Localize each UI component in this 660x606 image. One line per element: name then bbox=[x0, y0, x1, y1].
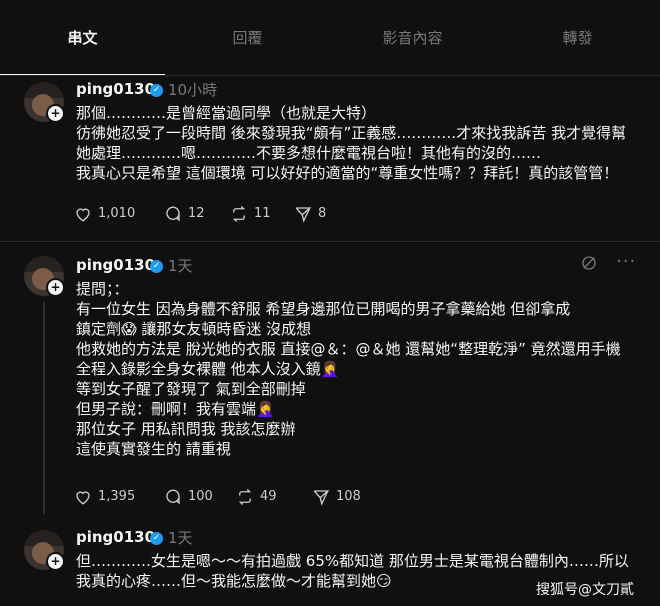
post-time: 10小時 bbox=[168, 81, 218, 99]
post-line: 他救她的方法是 脫光她的衣服 直接@＆：@＆她 還幫她“整理乾淨” 竟然還用手機 bbox=[76, 340, 621, 358]
post-line: 那位女子 用私訊問我 我該怎麼辦 bbox=[76, 420, 296, 438]
send-icon bbox=[313, 490, 330, 506]
repost-count: 11 bbox=[254, 206, 271, 221]
comment-count: 12 bbox=[188, 206, 205, 221]
verified-badge-icon: ✓ bbox=[150, 260, 163, 273]
username[interactable]: ping0130 bbox=[76, 528, 155, 546]
post-line: 這使真實發生的 請重視 bbox=[76, 440, 231, 458]
post-line: 提問；： bbox=[76, 280, 129, 298]
tab-replies[interactable]: 回覆 bbox=[165, 0, 330, 76]
post-line: 彷彿她忍受了一段時間 後來發現我“頗有”正義感…………才來找我訴苦 我才覺得幫 bbox=[76, 124, 627, 142]
post-time: 1天 bbox=[168, 529, 193, 547]
comment-count: 100 bbox=[188, 489, 213, 504]
username[interactable]: ping0130 bbox=[76, 256, 155, 274]
tab-threads[interactable]: 串文 bbox=[0, 0, 165, 76]
heart-icon bbox=[76, 208, 90, 222]
more-icon[interactable]: ··· bbox=[616, 251, 636, 272]
post-line: 全程入錄影全身女裸體 他本人沒入鏡🤦‍♀️ bbox=[76, 360, 340, 378]
verified-badge-icon: ✓ bbox=[150, 84, 163, 97]
repost-icon bbox=[238, 489, 252, 505]
post-line: 但…………女生是嗯～～有拍過戲 65%都知道 那位男士是某電視台體制內……所以 bbox=[76, 552, 629, 570]
repost-icon bbox=[232, 206, 246, 222]
post-line: 那個…………是曾經當過同學（也就是大特） bbox=[76, 104, 377, 122]
post-line: 有一位女生 因為身體不舒服 希望身邊那位已開喝的男子拿藥給她 但卻拿成 bbox=[76, 300, 571, 318]
comment-icon bbox=[166, 489, 180, 505]
post-actions: 1,010 12 11 8 bbox=[74, 204, 634, 224]
watermark-text: 搜狐号@文刀貳 bbox=[536, 582, 634, 598]
verified-badge-icon: ✓ bbox=[150, 532, 163, 545]
share-count: 8 bbox=[318, 206, 327, 221]
post[interactable]: + ping0130 ✓ 10小時 那個…………是曾經當過同學（也就是大特） 彷… bbox=[0, 76, 660, 240]
post-line: 鎮定劑😱 讓那女友頓時昏迷 沒成想 bbox=[76, 320, 312, 338]
like-count: 1,010 bbox=[98, 206, 136, 221]
post-time: 1天 bbox=[168, 257, 193, 275]
heart-icon bbox=[76, 491, 90, 505]
follow-plus-icon[interactable]: + bbox=[46, 104, 65, 123]
post-body: 提問；： 有一位女生 因為身體不舒服 希望身邊那位已開喝的男子拿藥給她 但卻拿成… bbox=[76, 279, 646, 459]
post-line: 她處理…………嗯…………不要多想什麼電視台啦！其他有的沒的…… bbox=[76, 144, 542, 162]
like-count: 1,395 bbox=[98, 489, 136, 504]
post[interactable]: + ping0130 ✓ 1天 ··· 提問；： 有一位女生 因為身體不舒服 希… bbox=[0, 242, 660, 520]
profile-tabs: 串文 回覆 影音內容 轉發 bbox=[0, 0, 660, 76]
share-count: 108 bbox=[336, 489, 361, 504]
repost-count: 49 bbox=[260, 489, 277, 504]
follow-plus-icon[interactable]: + bbox=[46, 552, 65, 571]
username[interactable]: ping0130 bbox=[76, 80, 155, 98]
comment-icon bbox=[166, 206, 180, 222]
tab-reposts[interactable]: 轉發 bbox=[495, 0, 660, 76]
tab-media[interactable]: 影音內容 bbox=[330, 0, 495, 76]
follow-plus-icon[interactable]: + bbox=[46, 278, 65, 297]
translate-icon[interactable] bbox=[580, 254, 598, 277]
post-line: 但男子說：刪啊！我有雲端🤦‍♀️ bbox=[76, 400, 275, 418]
post-line: 我真心只是希望 這個環境 可以好好的適當的“尊重女性嗎？？拜託！真的該管管！ bbox=[76, 164, 619, 182]
send-icon bbox=[295, 207, 312, 223]
thread-line bbox=[43, 302, 45, 514]
post-line: 等到女子醒了發現了 氣到全部刪掉 bbox=[76, 380, 306, 398]
post-actions: 1,395 100 49 108 bbox=[74, 487, 634, 507]
post-body: 那個…………是曾經當過同學（也就是大特） 彷彿她忍受了一段時間 後來發現我“頗有… bbox=[76, 103, 646, 183]
